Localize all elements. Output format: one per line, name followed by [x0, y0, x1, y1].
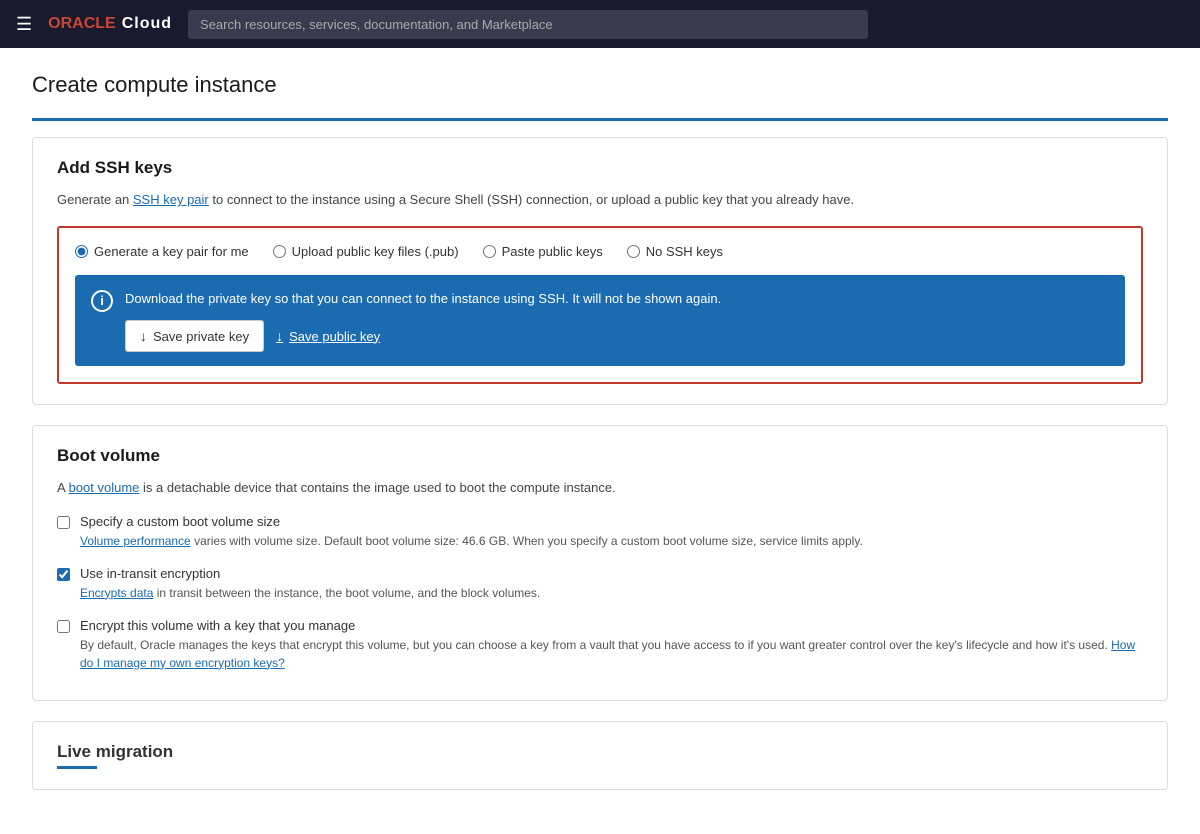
radio-no-ssh-label: No SSH keys — [646, 244, 723, 259]
custom-boot-label-group: Specify a custom boot volume size Volume… — [80, 514, 863, 550]
radio-paste-key[interactable]: Paste public keys — [483, 244, 603, 259]
ssh-info-text: Download the private key so that you can… — [125, 289, 1109, 309]
in-transit-checkbox[interactable] — [57, 568, 70, 581]
boot-volume-section: Boot volume A boot volume is a detachabl… — [32, 425, 1168, 701]
in-transit-label-group: Use in-transit encryption Encrypts data … — [80, 566, 540, 602]
encrypt-key-label-group: Encrypt this volume with a key that you … — [80, 618, 1143, 672]
page-content: Create compute instance Add SSH keys Gen… — [0, 48, 1200, 834]
boot-volume-title: Boot volume — [57, 446, 1143, 466]
live-migration-underline — [57, 766, 97, 769]
manage-encryption-keys-link[interactable]: How do I manage my own encryption keys? — [80, 638, 1135, 670]
ssh-desc-prefix: Generate an — [57, 192, 133, 207]
live-migration-title: Live migration — [57, 742, 1143, 762]
topbar: ☰ ORACLE Cloud — [0, 0, 1200, 48]
top-accent — [32, 118, 1168, 121]
radio-no-ssh-input[interactable] — [627, 245, 640, 258]
ssh-keys-section: Add SSH keys Generate an SSH key pair to… — [32, 137, 1168, 405]
ssh-section-title: Add SSH keys — [57, 158, 1143, 178]
live-migration-section: Live migration — [32, 721, 1168, 790]
radio-generate-key-pair-input[interactable] — [75, 245, 88, 258]
in-transit-row: Use in-transit encryption Encrypts data … — [57, 566, 1143, 602]
ssh-section-description: Generate an SSH key pair to connect to t… — [57, 190, 1143, 210]
info-icon: i — [91, 290, 113, 312]
ssh-info-content: Download the private key so that you can… — [125, 289, 1109, 353]
radio-upload-key-input[interactable] — [273, 245, 286, 258]
oracle-brand-label: ORACLE — [48, 15, 116, 33]
ssh-radio-group: Generate a key pair for me Upload public… — [75, 244, 1125, 259]
download-public-icon: ↓ — [276, 328, 283, 344]
ssh-desc-suffix: to connect to the instance using a Secur… — [209, 192, 854, 207]
encrypt-key-description: By default, Oracle manages the keys that… — [80, 636, 1143, 672]
page-title: Create compute instance — [32, 72, 1168, 98]
radio-upload-key[interactable]: Upload public key files (.pub) — [273, 244, 459, 259]
encrypt-key-row: Encrypt this volume with a key that you … — [57, 618, 1143, 672]
boot-desc-prefix: A — [57, 480, 69, 495]
in-transit-label[interactable]: Use in-transit encryption — [80, 566, 540, 581]
download-private-icon: ↓ — [140, 328, 147, 344]
boot-volume-description: A boot volume is a detachable device tha… — [57, 478, 1143, 498]
custom-boot-label[interactable]: Specify a custom boot volume size — [80, 514, 863, 529]
encrypts-data-link[interactable]: Encrypts data — [80, 586, 153, 600]
oracle-logo: ORACLE Cloud — [48, 15, 172, 33]
ssh-info-box: i Download the private key so that you c… — [75, 275, 1125, 367]
encrypt-key-checkbox[interactable] — [57, 620, 70, 633]
boot-volume-link[interactable]: boot volume — [69, 480, 140, 495]
custom-boot-row: Specify a custom boot volume size Volume… — [57, 514, 1143, 550]
radio-paste-key-input[interactable] — [483, 245, 496, 258]
cloud-label: Cloud — [122, 15, 172, 33]
in-transit-description: Encrypts data in transit between the ins… — [80, 584, 540, 602]
menu-icon[interactable]: ☰ — [16, 14, 32, 35]
boot-desc-suffix: is a detachable device that contains the… — [139, 480, 615, 495]
ssh-bordered-area: Generate a key pair for me Upload public… — [57, 226, 1143, 385]
global-search-input[interactable] — [188, 10, 868, 39]
volume-performance-link[interactable]: Volume performance — [80, 534, 191, 548]
radio-paste-label: Paste public keys — [502, 244, 603, 259]
radio-no-ssh[interactable]: No SSH keys — [627, 244, 723, 259]
save-private-key-button[interactable]: ↓ Save private key — [125, 320, 264, 352]
radio-generate-label: Generate a key pair for me — [94, 244, 249, 259]
save-public-key-label: Save public key — [289, 329, 380, 344]
save-public-key-button[interactable]: ↓ Save public key — [276, 320, 380, 352]
custom-boot-checkbox[interactable] — [57, 516, 70, 529]
radio-generate-key-pair[interactable]: Generate a key pair for me — [75, 244, 249, 259]
encrypt-key-label[interactable]: Encrypt this volume with a key that you … — [80, 618, 1143, 633]
custom-boot-description: Volume performance varies with volume si… — [80, 532, 863, 550]
radio-upload-label: Upload public key files (.pub) — [292, 244, 459, 259]
save-private-key-label: Save private key — [153, 329, 249, 344]
ssh-key-pair-link[interactable]: SSH key pair — [133, 192, 209, 207]
ssh-button-group: ↓ Save private key ↓ Save public key — [125, 320, 1109, 352]
